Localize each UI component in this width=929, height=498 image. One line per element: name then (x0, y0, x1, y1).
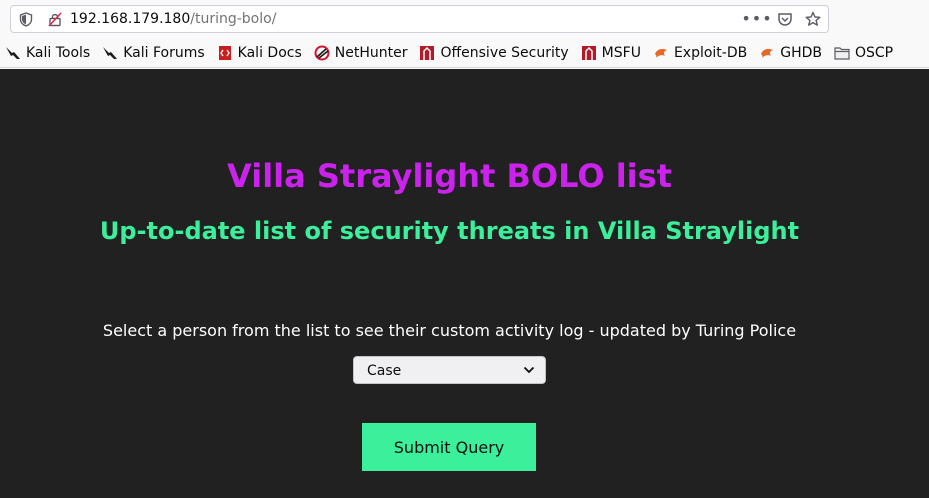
bookmark-msfu[interactable]: MSFU (581, 45, 641, 61)
offsec-icon (420, 45, 435, 60)
bookmark-label: NetHunter (334, 44, 408, 61)
offsec-icon (581, 45, 596, 60)
page-title: Villa Straylight BOLO list (227, 157, 672, 195)
exploitdb-icon (761, 48, 774, 58)
nethunter-icon (314, 45, 330, 60)
page-subtitle: Up-to-date list of security threats in V… (99, 217, 800, 245)
bookmark-label: Exploit-DB (673, 44, 748, 61)
bookmark-label: Kali Docs (237, 44, 302, 61)
bookmark-ghdb[interactable]: GHDB (759, 45, 822, 61)
bookmark-folder-oscp[interactable]: OSCP (834, 45, 893, 61)
bookmark-kali-tools[interactable]: Kali Tools (5, 45, 90, 61)
url-host: 192.168.179.180 (70, 11, 191, 27)
person-select[interactable]: Case (353, 356, 546, 384)
bookmark-label: Kali Tools (26, 44, 91, 61)
selected-person: Case (367, 363, 402, 379)
shield-icon[interactable] (19, 12, 33, 27)
more-icon[interactable]: ••• (741, 10, 771, 28)
bookmark-nethunter[interactable]: NetHunter (314, 44, 408, 61)
bookmark-label: OSCP (855, 44, 894, 61)
bookmark-offensive-security[interactable]: Offensive Security (419, 44, 569, 61)
folder-icon (834, 46, 850, 60)
insecure-lock-icon[interactable] (48, 12, 62, 27)
bookmark-label: Offensive Security (440, 44, 569, 61)
bookmark-label: GHDB (780, 44, 822, 61)
bookmarks-toolbar: Kali Tools Kali Forums Kali Docs NetHunt… (0, 38, 929, 68)
url-path: /turing-bolo/ (190, 11, 277, 27)
bookmark-kali-docs[interactable]: Kali Docs (217, 45, 302, 61)
exploitdb-icon (654, 48, 667, 58)
bookmark-label: MSFU (601, 44, 641, 61)
pocket-icon[interactable] (776, 10, 794, 28)
bookmark-exploit-db[interactable]: Exploit-DB (653, 45, 747, 61)
chevron-down-icon (523, 366, 535, 374)
kali-docs-icon (218, 45, 231, 60)
bookmark-kali-forums[interactable]: Kali Forums (102, 44, 205, 61)
select-prompt: Select a person from the list to see the… (102, 321, 797, 340)
url-text[interactable]: 192.168.179.180/turing-bolo/ (70, 11, 276, 27)
kali-dragon-icon (6, 46, 20, 59)
submit-button[interactable]: Submit Query (362, 423, 536, 471)
bookmark-label: Kali Forums (123, 44, 205, 61)
url-bar[interactable]: 192.168.179.180/turing-bolo/ ••• (10, 5, 829, 33)
kali-dragon-icon (103, 46, 118, 59)
page-content: Villa Straylight BOLO list Up-to-date li… (0, 69, 929, 498)
star-icon[interactable] (804, 10, 822, 28)
browser-navbar: 192.168.179.180/turing-bolo/ ••• (0, 0, 929, 38)
